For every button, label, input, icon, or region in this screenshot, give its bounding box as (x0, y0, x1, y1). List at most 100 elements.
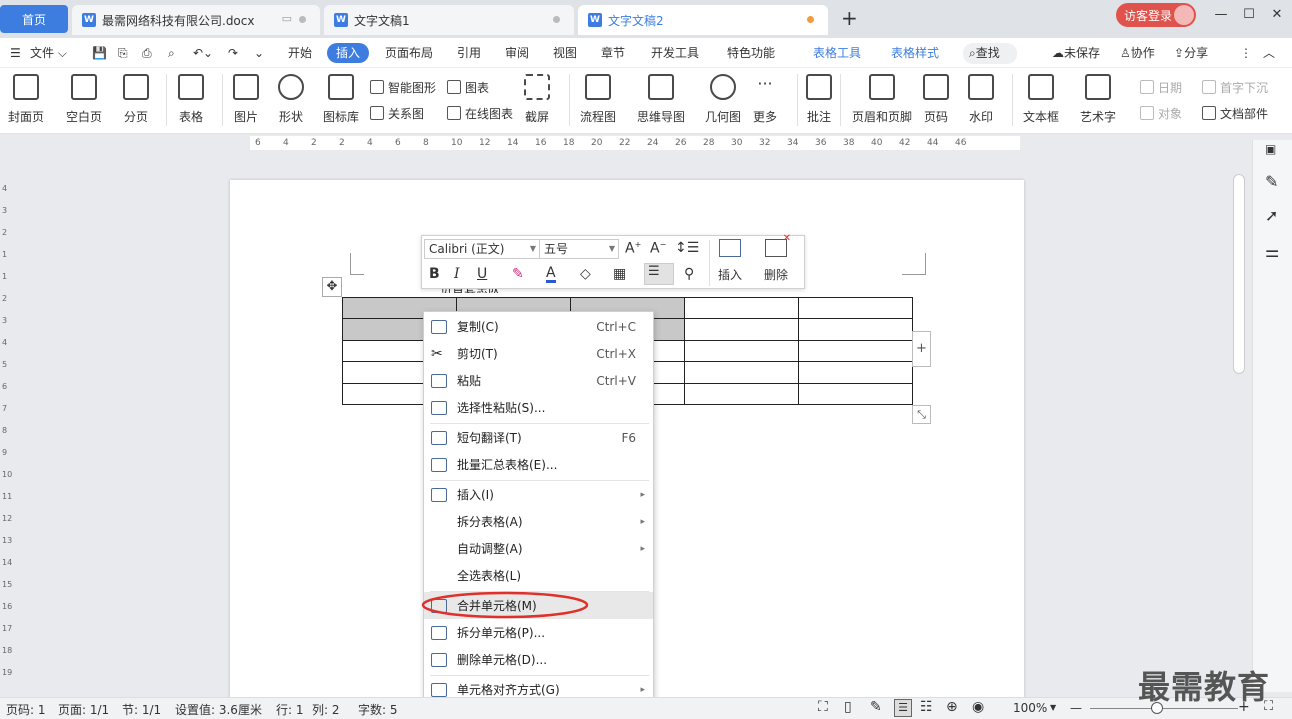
menu-chapter[interactable]: 章节 (601, 38, 625, 68)
menu-start[interactable]: 开始 (288, 38, 312, 68)
page-view-icon[interactable]: ☰ (894, 699, 912, 717)
maximize-icon[interactable]: ☐ (1240, 6, 1258, 24)
customize-icon[interactable]: ⌄ (254, 38, 264, 68)
flowchart-button[interactable]: 流程图 (580, 74, 616, 125)
drop-cap-button[interactable]: 首字下沉 (1202, 78, 1268, 96)
menu-item-paste[interactable]: 粘贴 Ctrl+V (424, 367, 653, 394)
status-column[interactable]: 列: 2 (312, 701, 340, 718)
status-row[interactable]: 行: 1 (276, 701, 304, 718)
vertical-scrollbar[interactable] (1233, 140, 1247, 692)
menu-developer[interactable]: 开发工具 (651, 38, 699, 68)
online-chart-button[interactable]: 在线图表 (447, 104, 513, 122)
hamburger-icon[interactable]: ☰ (10, 38, 21, 68)
font-color-icon[interactable]: A (546, 266, 556, 283)
collapse-ribbon-icon[interactable]: ︿ (1263, 38, 1275, 68)
shape-button[interactable]: 形状 (278, 74, 304, 125)
collab-button[interactable]: ♙协作 (1120, 38, 1155, 68)
table-cell[interactable] (684, 318, 799, 341)
mindmap-button[interactable]: 思维导图 (637, 74, 685, 125)
settings-sliders-icon[interactable]: ⚌ (1265, 242, 1279, 261)
undo-icon[interactable]: ↶⌄ (193, 38, 213, 68)
underline-icon[interactable]: U (477, 266, 487, 282)
cursor-icon[interactable]: ➚ (1265, 206, 1278, 225)
table-cell[interactable] (684, 382, 799, 405)
table-button[interactable]: 表格 (178, 74, 204, 125)
delete-rowcol-button[interactable]: ✕ 删除 (764, 233, 791, 283)
horizontal-ruler[interactable]: 6 4 2 2 4 6 8 10 12 14 16 18 20 22 24 26 28 30 32 34 36 38 40 4… (0, 134, 1292, 154)
search-button[interactable]: ⌕查找 (963, 43, 1017, 64)
table-cell[interactable] (798, 361, 913, 384)
table-cell[interactable] (798, 296, 913, 320)
tab-document-2[interactable]: W 文字文稿1 (324, 5, 574, 35)
tab-document-3[interactable]: W 文字文稿2 (578, 5, 828, 35)
status-page-code[interactable]: 页码: 1 (6, 701, 46, 718)
share-button[interactable]: ⇪分享 (1174, 38, 1208, 68)
menu-reference[interactable]: 引用 (457, 38, 481, 68)
table-cell[interactable] (684, 361, 799, 384)
font-size-select[interactable]: 五号 ▼ (539, 239, 619, 259)
tab-document-1[interactable]: W 最需网络科技有限公司.docx ▭ (72, 5, 320, 35)
page-break-button[interactable]: 分页 (123, 74, 149, 125)
zoom-level[interactable]: 100% (1013, 701, 1047, 715)
zoom-slider[interactable] (1090, 708, 1238, 709)
table-cell[interactable] (684, 339, 799, 363)
date-button[interactable]: 日期 (1140, 78, 1182, 96)
table-cell[interactable] (798, 339, 913, 363)
doc-parts-button[interactable]: 文档部件 (1202, 104, 1268, 122)
shading-icon[interactable]: ◇ (580, 266, 591, 282)
watermark-button[interactable]: 水印 (968, 74, 994, 125)
table-move-handle-icon[interactable]: ✥ (322, 277, 342, 297)
smartart-button[interactable]: 智能图形 (370, 78, 436, 96)
export-icon[interactable]: ⎘ (118, 38, 128, 68)
menu-item-translate[interactable]: 短句翻译(T) F6 (424, 424, 653, 451)
pen-edit-icon[interactable]: ✎ (1265, 172, 1278, 191)
menu-item-batch-summary[interactable]: 批量汇总表格(E)... (424, 451, 653, 478)
web-view-icon[interactable]: ⊕ (946, 699, 958, 715)
menu-view[interactable]: 视图 (553, 38, 577, 68)
comment-button[interactable]: 批注 (806, 74, 832, 125)
vertical-ruler[interactable]: 4 3 2 1 1 2 3 4 5 6 7 8 9 10 11 12 13 14 15 16 17 18 19 (0, 154, 12, 694)
menu-item-paste-special[interactable]: 选择性粘贴(S)... (424, 394, 653, 421)
wordart-button[interactable]: 艺术字 (1080, 74, 1116, 125)
table-cell[interactable] (798, 318, 913, 341)
menu-item-split-cells[interactable]: 拆分单元格(P)... (424, 619, 653, 646)
status-word-count[interactable]: 字数: 5 (358, 701, 398, 718)
status-section[interactable]: 节: 1/1 (122, 701, 161, 718)
cover-page-button[interactable]: 封面页 (8, 74, 44, 125)
zoom-out-icon[interactable]: — (1070, 701, 1082, 715)
table-resize-icon[interactable]: ⤡ (912, 405, 931, 424)
file-menu[interactable]: 文件 ⌵ (30, 38, 67, 68)
textbox-button[interactable]: 文本框 (1023, 74, 1059, 125)
print-icon[interactable]: ⎙ (142, 38, 152, 68)
minimize-icon[interactable]: — (1212, 6, 1230, 24)
preview-icon[interactable]: ⌕ (168, 38, 175, 68)
line-spacing-icon[interactable]: ↕☰ (675, 240, 699, 256)
close-icon[interactable]: ✕ (1268, 6, 1286, 24)
menu-item-cut[interactable]: ✂ 剪切(T) Ctrl+X (424, 340, 653, 367)
menu-item-autofit[interactable]: 自动调整(A) ▸ (424, 535, 653, 562)
new-tab-button[interactable]: + (841, 6, 858, 30)
decrease-font-icon[interactable]: A− (650, 240, 666, 257)
picture-button[interactable]: 图片 (233, 74, 259, 125)
menu-item-split-table[interactable]: 拆分表格(A) ▸ (424, 508, 653, 535)
menu-item-delete-cells[interactable]: 删除单元格(D)... (424, 646, 653, 673)
table-cell[interactable] (684, 296, 799, 320)
menu-item-select-table[interactable]: 全选表格(L) (424, 562, 653, 589)
eye-protect-icon[interactable]: ◉ (972, 699, 984, 715)
menu-layout[interactable]: 页面布局 (385, 38, 433, 68)
font-family-select[interactable]: Calibri (正文) ▼ (424, 239, 540, 259)
italic-icon[interactable]: I (454, 266, 460, 282)
chart-button[interactable]: 图表 (447, 78, 489, 96)
save-icon[interactable]: 💾 (92, 38, 107, 68)
redo-icon[interactable]: ↷ (228, 38, 238, 68)
page-number-button[interactable]: 页码 (923, 74, 949, 125)
header-footer-button[interactable]: 页眉和页脚 (852, 74, 912, 125)
menu-features[interactable]: 特色功能 (727, 38, 775, 68)
align-icon[interactable]: ☰ (644, 263, 674, 285)
menu-item-insert[interactable]: 插入(I) ▸ (424, 481, 653, 508)
menu-item-copy[interactable]: 复制(C) Ctrl+C (424, 313, 653, 340)
table-cell[interactable] (798, 382, 913, 405)
highlight-icon[interactable]: ✎ (512, 266, 524, 282)
icon-library-button[interactable]: 图标库 (323, 74, 359, 125)
bold-icon[interactable]: B (429, 266, 440, 282)
